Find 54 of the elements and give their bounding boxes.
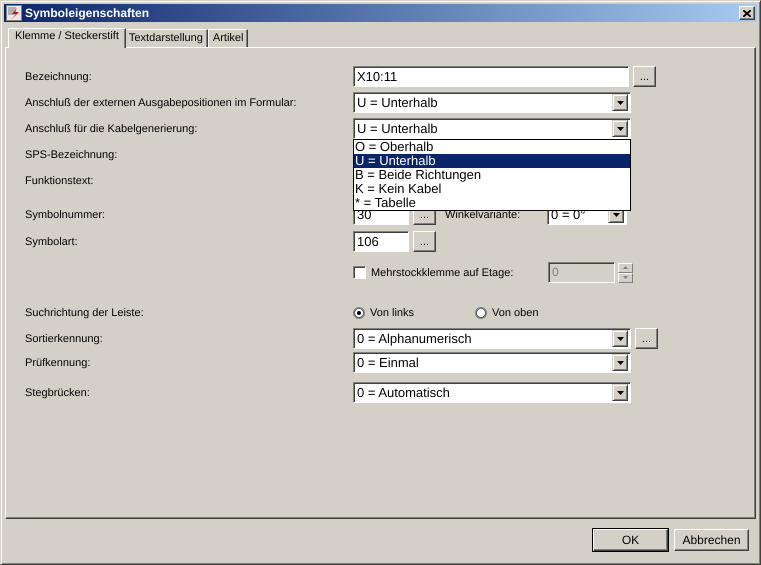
close-icon xyxy=(743,10,751,16)
close-button[interactable] xyxy=(739,6,755,20)
field-label: Winkelvariante: xyxy=(445,208,522,220)
dropdown-list[interactable]: O = Oberhalb U = Unterhalb B = Beide Richtungen K = Kein Kabel * = Tabelle xyxy=(353,139,631,211)
radio-label[interactable]: Von oben xyxy=(492,306,538,318)
browse-button[interactable]: ... xyxy=(413,231,436,252)
caret-icon xyxy=(623,276,628,279)
spin-up-button[interactable] xyxy=(618,262,633,272)
dropdown-option[interactable]: O = Oberhalb xyxy=(354,140,630,154)
radio-button[interactable] xyxy=(475,306,487,318)
dropdown-option[interactable]: U = Unterhalb xyxy=(354,154,630,168)
combo-value: 0 = Alphanumerisch xyxy=(357,331,472,346)
combo-value: 0 = Automatisch xyxy=(357,385,450,400)
caret-icon xyxy=(616,390,624,394)
field-label: Stegbrücken: xyxy=(25,386,90,398)
field-label: Suchrichtung der Leiste: xyxy=(25,306,144,318)
combo-box[interactable]: U = Unterhalb xyxy=(353,118,631,139)
caret-icon xyxy=(616,126,624,130)
spin-down-button[interactable] xyxy=(618,272,633,282)
browse-button[interactable]: ... xyxy=(633,66,656,87)
field-label: Sortierkennung: xyxy=(25,332,103,344)
ok-button[interactable]: OK xyxy=(593,529,668,551)
combo-value: U = Unterhalb xyxy=(357,95,438,110)
caret-icon xyxy=(616,100,624,104)
field-label: Prüfkennung: xyxy=(25,356,90,368)
field-label: Symbolart: xyxy=(25,236,78,248)
combo-box[interactable]: 0 = Alphanumerisch xyxy=(353,328,631,349)
app-icon xyxy=(6,5,22,21)
caret-icon xyxy=(623,266,628,269)
radio-label[interactable]: Von links xyxy=(370,306,414,318)
field-label: Funktionstext: xyxy=(25,174,94,186)
cancel-button[interactable]: Abbrechen xyxy=(674,529,749,551)
combo-box[interactable]: 0 = Einmal xyxy=(353,352,631,373)
tab[interactable]: Artikel xyxy=(208,29,248,47)
tab[interactable]: Klemme / Steckerstift xyxy=(8,28,126,48)
browse-button[interactable]: ... xyxy=(635,328,658,349)
text-field[interactable]: X10:11 xyxy=(353,66,629,87)
combo-value: 0 = Einmal xyxy=(357,355,419,370)
dropdown-option[interactable]: K = Kein Kabel xyxy=(354,182,630,196)
field-label: Anschluß für die Kabelgenerierung: xyxy=(25,122,198,134)
field-label: Symbolnummer: xyxy=(25,208,106,220)
field-label: Anschluß der externen Ausgabepositionen im Formular: xyxy=(25,96,296,108)
combo-box[interactable]: U = Unterhalb xyxy=(353,92,631,113)
tab[interactable]: Textdarstellung xyxy=(124,29,208,47)
combo-value: U = Unterhalb xyxy=(357,121,438,136)
field-label: Bezeichnung: xyxy=(25,70,92,82)
number-field[interactable]: 106 xyxy=(353,231,409,252)
caret-icon xyxy=(616,336,624,340)
window-title: Symboleigenschaften xyxy=(25,6,150,20)
dropdown-option[interactable]: B = Beide Richtungen xyxy=(354,168,630,182)
radio-button[interactable] xyxy=(353,306,365,318)
caret-icon xyxy=(616,360,624,364)
field-label: SPS-Bezeichnung: xyxy=(25,148,118,160)
combo-box[interactable]: 0 = Automatisch xyxy=(353,382,631,403)
